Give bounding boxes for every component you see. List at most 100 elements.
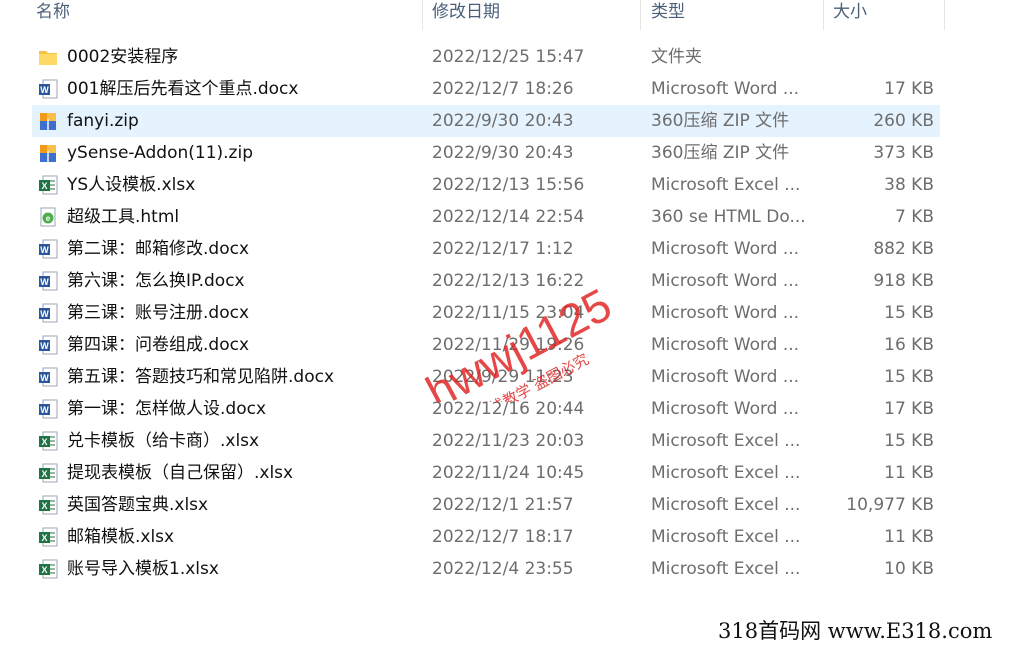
file-type: Microsoft Word ... <box>651 335 800 355</box>
file-type: 文件夹 <box>651 47 702 67</box>
file-size: 373 KB <box>873 143 934 163</box>
file-row[interactable]: X 账号导入模板1.xlsx 2022/12/4 23:55 Microsoft Ex… <box>0 553 1024 585</box>
file-row[interactable]: W 第四课：问卷组成.docx 2022/11/29 19:26 Microsoft … <box>0 329 1024 361</box>
file-modified-date: 2022/12/13 16:22 <box>432 271 585 291</box>
file-modified-date: 2022/12/4 23:55 <box>432 559 574 579</box>
column-divider[interactable] <box>640 0 641 30</box>
zip-icon <box>38 111 58 131</box>
svg-text:W: W <box>40 309 49 319</box>
file-name: 账号导入模板1.xlsx <box>67 559 219 579</box>
file-modified-date: 2022/9/30 20:43 <box>432 143 574 163</box>
file-type: 360压缩 ZIP 文件 <box>651 143 790 163</box>
file-size: 7 KB <box>894 207 934 227</box>
svg-text:X: X <box>41 181 47 191</box>
file-row[interactable]: W 第六课：怎么换IP.docx 2022/12/13 16:22 Microsoft… <box>0 265 1024 297</box>
file-name: 邮箱模板.xlsx <box>67 527 175 547</box>
file-row[interactable]: W 第五课：答题技巧和常见陷阱.docx 2022/9/29 11:23 Micros… <box>0 361 1024 393</box>
file-name: 超级工具.html <box>67 207 180 227</box>
file-row[interactable]: X 英国答题宝典.xlsx 2022/12/1 21:57 Microsoft Exc… <box>0 489 1024 521</box>
excel-icon: X <box>38 495 58 515</box>
column-divider[interactable] <box>823 0 824 30</box>
file-modified-date: 2022/12/14 22:54 <box>432 207 585 227</box>
column-header-bar: 名称 修改日期 类型 大小 <box>0 0 1024 30</box>
file-name: 英国答题宝典.xlsx <box>67 495 209 515</box>
column-header-type[interactable]: 类型 <box>647 0 823 30</box>
file-size: 10 KB <box>884 559 934 579</box>
file-name: 兑卡模板（给卡商）.xlsx <box>67 431 260 451</box>
svg-text:e: e <box>46 214 51 223</box>
file-size: 882 KB <box>873 239 934 259</box>
file-row[interactable]: X 提现表模板（自己保留）.xlsx 2022/11/24 10:45 Microso… <box>0 457 1024 489</box>
excel-icon: X <box>38 559 58 579</box>
file-type: Microsoft Excel ... <box>651 527 801 547</box>
folder-icon <box>38 47 58 67</box>
file-modified-date: 2022/11/24 10:45 <box>432 463 585 483</box>
word-icon: W <box>38 271 58 291</box>
file-size: 260 KB <box>873 111 934 131</box>
file-row[interactable]: W 第二课：邮箱修改.docx 2022/12/17 1:12 Microsoft W… <box>0 233 1024 265</box>
file-modified-date: 2022/12/25 15:47 <box>432 47 585 67</box>
file-modified-date: 2022/12/13 15:56 <box>432 175 585 195</box>
file-modified-date: 2022/12/1 21:57 <box>432 495 574 515</box>
file-size: 15 KB <box>884 367 934 387</box>
file-row[interactable]: X 兑卡模板（给卡商）.xlsx 2022/11/23 20:03 Microsoft… <box>0 425 1024 457</box>
svg-text:X: X <box>41 501 47 511</box>
svg-text:X: X <box>41 469 47 479</box>
column-header-name[interactable]: 名称 <box>32 0 422 30</box>
word-icon: W <box>38 335 58 355</box>
svg-text:W: W <box>40 277 49 287</box>
file-row[interactable]: W 001解压后先看这个重点.docx 2022/12/7 18:26 Microso… <box>0 73 1024 105</box>
file-row[interactable]: X YS人设模板.xlsx 2022/12/13 15:56 Microsoft Ex… <box>0 169 1024 201</box>
svg-text:W: W <box>40 85 49 95</box>
file-size: 11 KB <box>884 463 934 483</box>
file-row[interactable]: e 超级工具.html 2022/12/14 22:54 360 se HTML Do… <box>0 201 1024 233</box>
file-name: 第六课：怎么换IP.docx <box>67 271 245 291</box>
file-type: Microsoft Word ... <box>651 271 800 291</box>
file-name: 0002安装程序 <box>67 47 179 67</box>
zip-icon <box>38 143 58 163</box>
file-name: 第一课：怎样做人设.docx <box>67 399 267 419</box>
file-name: YS人设模板.xlsx <box>67 175 196 195</box>
file-type: Microsoft Word ... <box>651 303 800 323</box>
file-row[interactable]: W 第三课：账号注册.docx 2022/11/15 23:04 Microsoft … <box>0 297 1024 329</box>
file-row[interactable]: W 第一课：怎样做人设.docx 2022/12/16 20:44 Microsoft… <box>0 393 1024 425</box>
svg-text:W: W <box>40 373 49 383</box>
column-header-size[interactable]: 大小 <box>829 0 944 30</box>
file-modified-date: 2022/12/16 20:44 <box>432 399 585 419</box>
file-type: Microsoft Excel ... <box>651 495 801 515</box>
column-header-modified[interactable]: 修改日期 <box>428 0 640 30</box>
file-size <box>832 41 934 73</box>
file-name: 第五课：答题技巧和常见陷阱.docx <box>67 367 335 387</box>
excel-icon: X <box>38 175 58 195</box>
file-size: 15 KB <box>884 303 934 323</box>
file-modified-date: 2022/11/29 19:26 <box>432 335 585 355</box>
file-list: 0002安装程序 2022/12/25 15:47 文件夹 W 001解压后先看这个重点… <box>0 41 1024 585</box>
file-type: 360 se HTML Do... <box>651 207 806 227</box>
file-row[interactable]: ySense-Addon(11).zip 2022/9/30 20:43 360压缩… <box>0 137 1024 169</box>
file-name: 001解压后先看这个重点.docx <box>67 79 299 99</box>
file-size: 10,977 KB <box>846 495 934 515</box>
column-divider[interactable] <box>944 0 945 30</box>
word-icon: W <box>38 367 58 387</box>
site-footer-text: 318首码网 www.E318.com <box>718 619 993 643</box>
file-row[interactable]: 0002安装程序 2022/12/25 15:47 文件夹 <box>0 41 1024 73</box>
file-size: 17 KB <box>884 399 934 419</box>
file-size: 11 KB <box>884 527 934 547</box>
svg-text:W: W <box>40 341 49 351</box>
file-size: 17 KB <box>884 79 934 99</box>
html-icon: e <box>38 207 58 227</box>
file-row[interactable]: fanyi.zip 2022/9/30 20:43 360压缩 ZIP 文件 260 … <box>0 105 1024 137</box>
word-icon: W <box>38 79 58 99</box>
word-icon: W <box>38 239 58 259</box>
file-type: Microsoft Excel ... <box>651 559 801 579</box>
file-size: 918 KB <box>873 271 934 291</box>
column-divider[interactable] <box>422 0 423 30</box>
excel-icon: X <box>38 431 58 451</box>
file-type: Microsoft Word ... <box>651 239 800 259</box>
word-icon: W <box>38 399 58 419</box>
file-size: 16 KB <box>884 335 934 355</box>
svg-text:W: W <box>40 245 49 255</box>
svg-text:X: X <box>41 533 47 543</box>
file-row[interactable]: X 邮箱模板.xlsx 2022/12/7 18:17 Microsoft Excel… <box>0 521 1024 553</box>
file-type: 360压缩 ZIP 文件 <box>651 111 790 131</box>
